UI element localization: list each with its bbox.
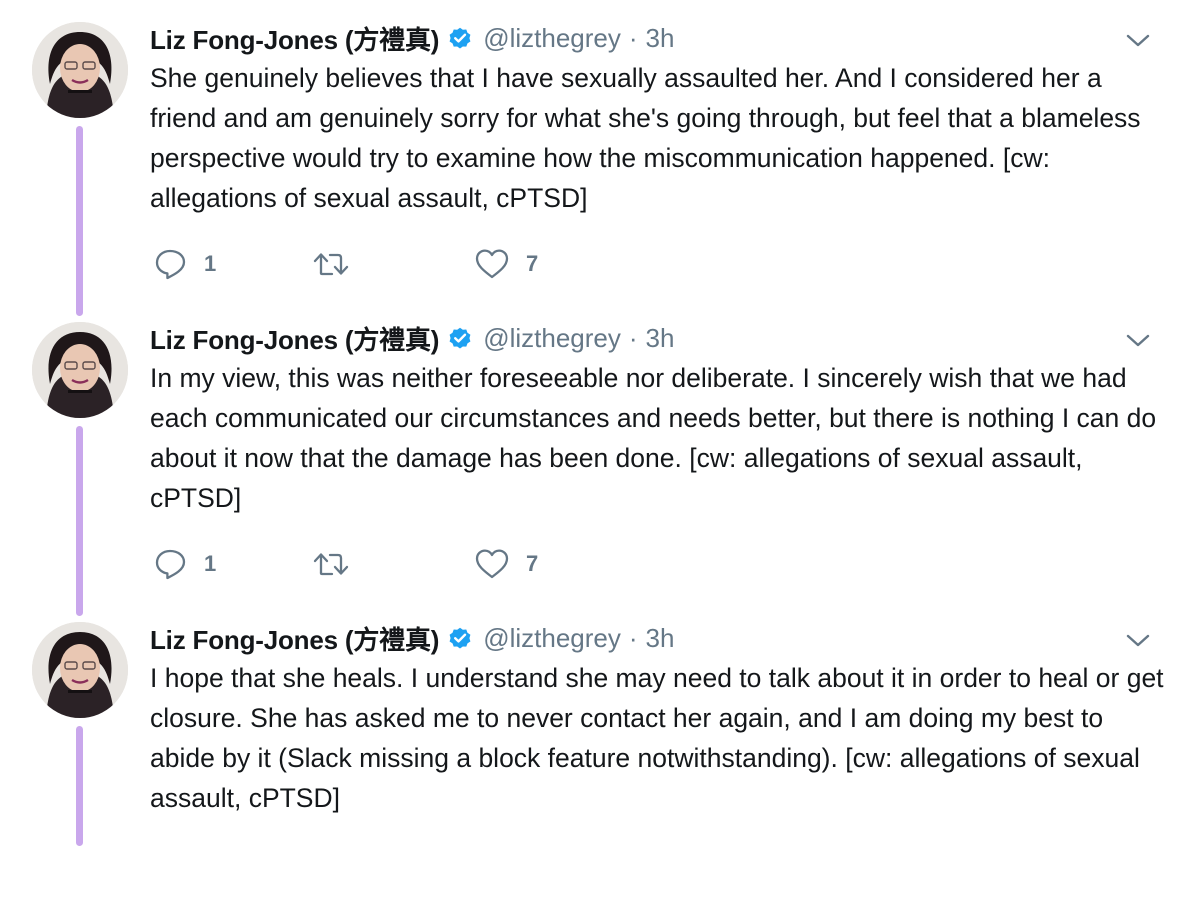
tweet[interactable]: Liz Fong-Jones (方禮真) @lizthegrey · 3h I … bbox=[0, 600, 1200, 900]
chevron-down-icon[interactable] bbox=[1124, 30, 1152, 50]
tweet-header: Liz Fong-Jones (方禮真) @lizthegrey · 3h bbox=[150, 318, 674, 358]
tweet-actions: 1 7 bbox=[150, 246, 750, 282]
separator-dot: · bbox=[628, 322, 638, 353]
tweet-text: I hope that she heals. I understand she … bbox=[150, 663, 1171, 813]
heart-icon bbox=[475, 549, 509, 579]
tweet-actions: 1 7 bbox=[150, 546, 750, 582]
tweet-timestamp[interactable]: 3h bbox=[646, 23, 675, 54]
avatar[interactable] bbox=[32, 22, 128, 118]
reply-icon bbox=[155, 249, 186, 280]
reply-button[interactable]: 1 bbox=[154, 546, 216, 582]
tweet[interactable]: Liz Fong-Jones (方禮真) @lizthegrey · 3h In… bbox=[0, 300, 1200, 616]
author-name[interactable]: Liz Fong-Jones (方禮真) bbox=[150, 620, 439, 657]
like-count: 7 bbox=[526, 551, 539, 576]
verified-badge-icon bbox=[447, 625, 473, 651]
heart-icon bbox=[475, 249, 509, 279]
separator-dot: · bbox=[628, 622, 638, 653]
reply-count: 1 bbox=[204, 551, 217, 576]
reply-count: 1 bbox=[204, 251, 217, 276]
avatar[interactable] bbox=[32, 322, 128, 418]
tweet-thread: Liz Fong-Jones (方禮真) @lizthegrey · 3h Sh… bbox=[0, 0, 1200, 846]
tweet-text: In my view, this was neither foreseeable… bbox=[150, 363, 1164, 513]
reply-icon bbox=[155, 549, 186, 580]
verified-badge-icon bbox=[447, 325, 473, 351]
retweet-icon bbox=[313, 553, 349, 576]
separator-dot: · bbox=[628, 22, 638, 53]
tweet-header: Liz Fong-Jones (方禮真) @lizthegrey · 3h bbox=[150, 18, 674, 58]
thread-connector-line bbox=[76, 126, 83, 316]
tweet-header: Liz Fong-Jones (方禮真) @lizthegrey · 3h bbox=[150, 618, 674, 658]
thread-connector-line bbox=[76, 726, 83, 846]
retweet-icon bbox=[313, 253, 349, 276]
author-handle[interactable]: @lizthegrey bbox=[483, 323, 621, 354]
like-count: 7 bbox=[526, 251, 539, 276]
avatar[interactable] bbox=[32, 622, 128, 718]
verified-badge-icon bbox=[447, 25, 473, 51]
author-handle[interactable]: @lizthegrey bbox=[483, 23, 621, 54]
chevron-down-icon[interactable] bbox=[1124, 630, 1152, 650]
tweet-timestamp[interactable]: 3h bbox=[646, 623, 675, 654]
thread-connector-line bbox=[76, 426, 83, 616]
tweet[interactable]: Liz Fong-Jones (方禮真) @lizthegrey · 3h Sh… bbox=[0, 0, 1200, 316]
author-name[interactable]: Liz Fong-Jones (方禮真) bbox=[150, 20, 439, 57]
tweet-timestamp[interactable]: 3h bbox=[646, 323, 675, 354]
chevron-down-icon[interactable] bbox=[1124, 330, 1152, 350]
like-button[interactable]: 7 bbox=[474, 246, 538, 282]
reply-button[interactable]: 1 bbox=[154, 246, 216, 282]
tweet-text: She genuinely believes that I have sexua… bbox=[150, 63, 1148, 213]
retweet-button[interactable] bbox=[312, 246, 366, 282]
author-handle[interactable]: @lizthegrey bbox=[483, 623, 621, 654]
like-button[interactable]: 7 bbox=[474, 546, 538, 582]
author-name[interactable]: Liz Fong-Jones (方禮真) bbox=[150, 320, 439, 357]
retweet-button[interactable] bbox=[312, 546, 366, 582]
